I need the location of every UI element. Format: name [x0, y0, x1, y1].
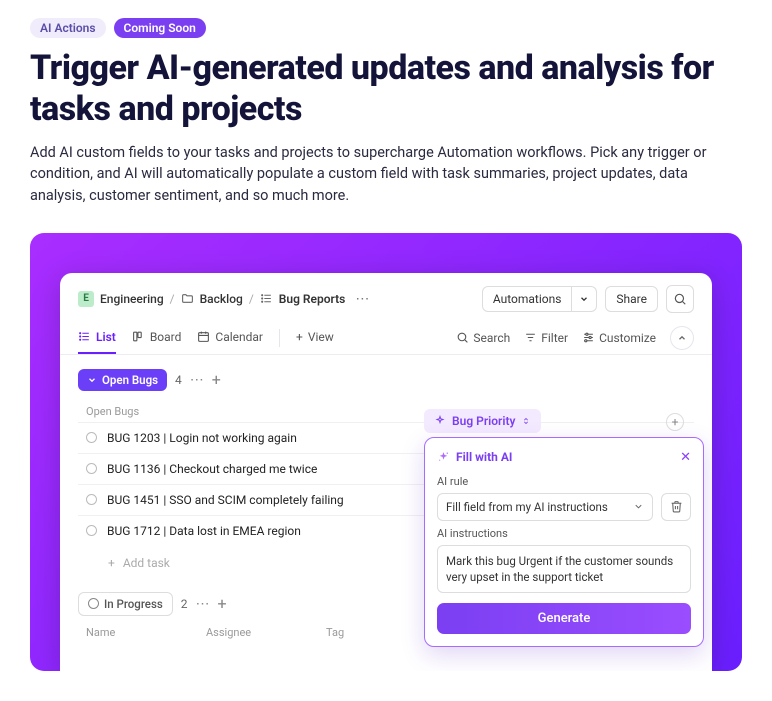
divider — [279, 329, 280, 347]
group-more-icon[interactable]: ⋯ — [190, 372, 204, 388]
status-circle-icon — [88, 598, 99, 609]
search-iconbtn[interactable] — [666, 285, 694, 313]
task-title: BUG 1136 | Checkout charged me twice — [107, 462, 317, 476]
ai-instructions-input[interactable]: Mark this bug Urgent if the customer sou… — [437, 545, 691, 593]
priority-column-wrap: Bug Priority — [424, 409, 541, 433]
status-circle-icon[interactable] — [86, 432, 97, 443]
group-header-open-bugs: Open Bugs 4 ⋯ + — [78, 369, 694, 391]
group-add-icon[interactable]: + — [212, 372, 221, 388]
badge-coming-soon: Coming Soon — [114, 18, 206, 38]
bug-priority-column[interactable]: Bug Priority — [424, 409, 541, 433]
filter-tool[interactable]: Filter — [524, 331, 568, 345]
col-label: Bug Priority — [452, 414, 515, 428]
list-body: Open Bugs 4 ⋯ + Open Bugs Bug Priority — [60, 355, 712, 639]
collapse-button[interactable] — [670, 326, 694, 350]
board-icon — [132, 330, 145, 343]
filter-icon — [524, 331, 537, 344]
search-icon — [456, 331, 469, 344]
fill-with-ai-popover: Fill with AI ✕ AI rule Fill field from m… — [424, 437, 704, 647]
group-status-pill[interactable]: In Progress — [78, 592, 173, 616]
sparkle-icon — [437, 451, 450, 464]
group-name: Open Bugs — [102, 373, 158, 387]
tab-list[interactable]: List — [78, 322, 116, 354]
space-chip[interactable]: E — [78, 291, 94, 307]
select-value: Fill field from my AI instructions — [446, 500, 608, 514]
task-title: BUG 1203 | Login not working again — [107, 431, 297, 445]
sort-icon — [521, 416, 531, 426]
group-add-icon[interactable]: + — [218, 596, 227, 612]
topbar: E Engineering / Backlog / Bug Reports ⋯ … — [60, 273, 712, 322]
view-tabs: List Board Calendar + View — [60, 322, 712, 355]
page-description: Add AI custom fields to your tasks and p… — [30, 142, 742, 207]
col-assignee: Assignee — [206, 626, 326, 639]
crumb-space[interactable]: Engineering — [100, 292, 164, 306]
tool-label: Customize — [599, 331, 656, 345]
task-title: BUG 1712 | Data lost in EMEA region — [107, 524, 301, 538]
share-button[interactable]: Share — [605, 286, 658, 312]
add-task-label: Add task — [123, 556, 170, 570]
tab-label: List — [96, 330, 116, 344]
group-more-icon[interactable]: ⋯ — [196, 596, 210, 612]
search-icon — [673, 292, 687, 306]
add-column-button[interactable]: + — [666, 413, 684, 431]
plus-icon: + — [108, 556, 115, 570]
ai-rule-label: AI rule — [437, 475, 691, 488]
crumb-more-icon[interactable]: ⋯ — [351, 291, 373, 307]
add-view[interactable]: + View — [296, 322, 334, 354]
top-actions: Automations Share — [482, 285, 694, 313]
col-tag: Tag — [326, 626, 386, 639]
generate-button[interactable]: Generate — [437, 603, 691, 634]
status-circle-icon[interactable] — [86, 525, 97, 536]
chevron-down-icon — [633, 501, 644, 512]
popover-title: Fill with AI — [437, 450, 512, 464]
customize-tool[interactable]: Customize — [582, 331, 656, 345]
tab-label: Board — [150, 330, 182, 344]
page-title: Trigger AI-generated updates and analysi… — [30, 48, 742, 130]
chevron-down-icon — [87, 375, 97, 385]
folder-icon — [181, 292, 194, 305]
list-icon — [78, 330, 91, 343]
badge-ai-actions: AI Actions — [30, 18, 106, 38]
tool-label: Filter — [541, 331, 568, 345]
group-status-pill[interactable]: Open Bugs — [78, 369, 167, 391]
task-title: BUG 1451 | SSO and SCIM completely faili… — [107, 493, 344, 507]
tab-label: Calendar — [215, 330, 263, 344]
group-name: In Progress — [104, 597, 163, 611]
status-circle-icon[interactable] — [86, 494, 97, 505]
trash-icon — [670, 500, 683, 513]
tab-calendar[interactable]: Calendar — [197, 322, 263, 354]
sparkle-icon — [434, 415, 446, 427]
plus-icon: + — [296, 330, 303, 344]
status-circle-icon[interactable] — [86, 463, 97, 474]
crumb-sep: / — [170, 292, 175, 306]
screenshot-frame: E Engineering / Backlog / Bug Reports ⋯ … — [30, 233, 742, 671]
tab-label: View — [308, 330, 334, 344]
tool-label: Search — [473, 331, 510, 345]
tab-board[interactable]: Board — [132, 322, 182, 354]
delete-rule-button[interactable] — [661, 493, 691, 521]
crumb-folder[interactable]: Backlog — [200, 292, 243, 306]
breadcrumb: E Engineering / Backlog / Bug Reports ⋯ — [78, 291, 373, 307]
close-icon[interactable]: ✕ — [680, 450, 691, 465]
col-name: Name — [86, 626, 206, 639]
automations-button[interactable]: Automations — [482, 286, 573, 312]
crumb-list[interactable]: Bug Reports — [279, 292, 346, 306]
popover-title-text: Fill with AI — [456, 450, 512, 464]
crumb-sep: / — [249, 292, 254, 306]
chevron-up-icon — [677, 333, 687, 343]
search-tool[interactable]: Search — [456, 331, 510, 345]
ai-rule-select[interactable]: Fill field from my AI instructions — [437, 493, 653, 521]
sliders-icon — [582, 331, 595, 344]
badge-row: AI Actions Coming Soon — [30, 18, 742, 38]
column-headers: Open Bugs — [78, 401, 694, 422]
group-count: 2 — [181, 597, 188, 611]
calendar-icon — [197, 330, 210, 343]
chevron-down-icon — [579, 294, 589, 304]
plus-icon: + — [672, 415, 679, 429]
automations-dropdown[interactable] — [572, 286, 597, 312]
ai-instructions-label: AI instructions — [437, 527, 691, 540]
list-icon — [260, 292, 273, 305]
app-window: E Engineering / Backlog / Bug Reports ⋯ … — [60, 273, 712, 671]
group-count: 4 — [175, 373, 182, 387]
